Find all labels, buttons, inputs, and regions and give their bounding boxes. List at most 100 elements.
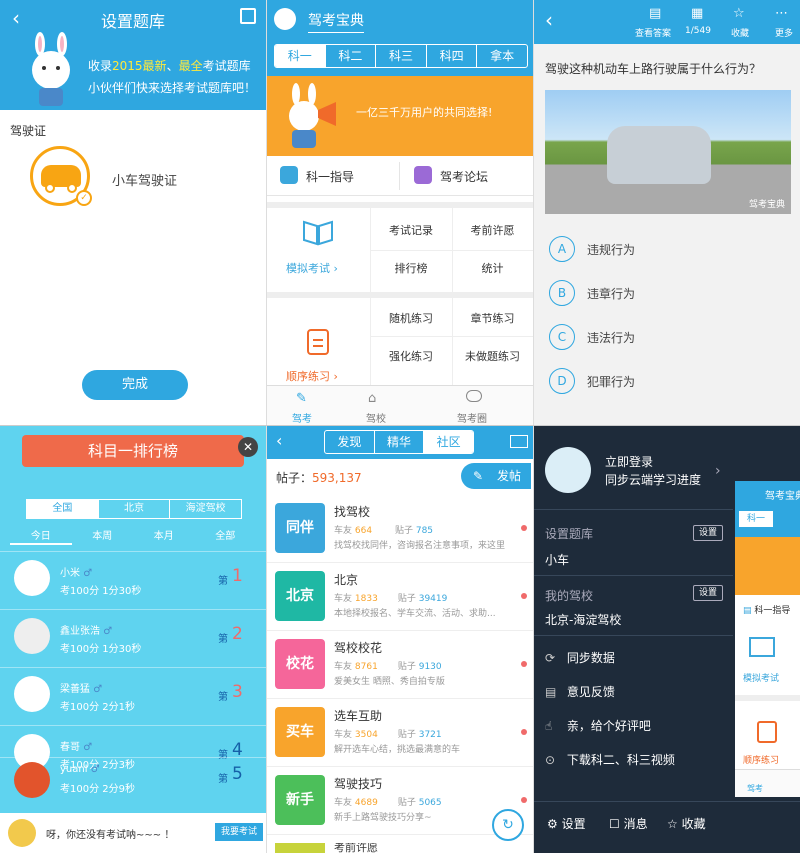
banner-slogan: 一亿三千万用户的共同选择!	[356, 106, 493, 119]
view-answer-button[interactable]: 查看答案	[635, 26, 671, 39]
star-icon[interactable]: ☆	[733, 6, 745, 21]
community-header: ‹ 发现 精华 社区	[266, 425, 533, 459]
refresh-icon[interactable]: ↻	[492, 809, 524, 841]
random-practice-link[interactable]: 随机练习	[370, 310, 452, 326]
tab-national[interactable]: 全国	[27, 500, 99, 518]
close-icon[interactable]: ✕	[238, 437, 258, 457]
tab-get-license[interactable]: 拿本	[477, 45, 527, 67]
feedback-item[interactable]: ▤ 意见反馈	[545, 683, 615, 700]
mini-banner	[735, 537, 800, 595]
settings-button[interactable]: ⚙ 设置	[547, 815, 586, 832]
tab-subject-1[interactable]: 科一	[275, 45, 326, 67]
period-tabs: 今日 本周 本月 全部	[10, 527, 256, 545]
mail-icon[interactable]	[510, 435, 528, 448]
question-text: 驾驶这种机动车上路行驶属于什么行为？	[545, 62, 762, 76]
grid-icon[interactable]: ▦	[691, 6, 703, 21]
home-preview[interactable]: 驾考宝典 科一 ▤ 科一指导 模拟考试 顺序练习 驾考	[735, 481, 800, 797]
leaderboard-row[interactable]: 梁善猛 ♂ 考100分 2分1秒 第 3	[0, 667, 266, 725]
forum-list-item[interactable]: 同伴 找驾校 车友 664 贴子 785 找驾校找同伴，咨询报名注意事项，来这里	[266, 495, 533, 563]
male-icon: ♂	[93, 684, 103, 695]
set-bank-button[interactable]: 设置	[693, 525, 723, 541]
tab-subject-4[interactable]: 科四	[427, 45, 478, 67]
mock-exam-link[interactable]: 模拟考试 ›	[286, 260, 338, 276]
tab-subject-3[interactable]: 科三	[376, 45, 427, 67]
back-icon[interactable]: ‹	[545, 8, 553, 32]
forum-list-item[interactable]: 北京 北京 车友 1833 贴子 39419 本地择校报名、学车交流、活动、求助…	[266, 563, 533, 631]
set-school-button[interactable]: 设置	[693, 585, 723, 601]
nav-driving-test[interactable]: 驾考	[292, 410, 312, 425]
new-post-button[interactable]: ✎ 发帖	[461, 463, 531, 489]
guide-icon	[280, 166, 298, 184]
chapter-practice-link[interactable]: 章节练习	[452, 310, 533, 326]
car-license-label[interactable]: 小车驾驶证	[112, 170, 177, 189]
page-title: 设置题库	[100, 12, 165, 31]
home-screen: 驾考宝典 科一 科二 科三 科四 拿本 一亿三千万用户的共同选择! 科一指导 驾…	[266, 0, 533, 425]
tab-community[interactable]: 社区	[424, 431, 473, 453]
screenshot-collage: ‹ 设置题库 收录2015最新、最全考试题库 小伙伴们快来选择考试题库吧！ 驾驶…	[0, 0, 800, 853]
avatar	[14, 676, 50, 712]
forum-link[interactable]: 驾考论坛	[440, 168, 488, 185]
intensive-practice-link[interactable]: 强化练习	[370, 348, 452, 364]
rate-app-item[interactable]: ☝ 亲，给个好评吧	[545, 717, 651, 734]
favorite-button[interactable]: 收藏	[731, 26, 749, 39]
banner-text-line2: 小伙伴们快来选择考试题库吧！	[88, 81, 257, 95]
tab-discover[interactable]: 发现	[325, 431, 375, 453]
forum-list-item[interactable]: 买车 选车互助 车友 3504 贴子 3721 解开选车心结，挑选最满意的车	[266, 699, 533, 767]
leaderboard-row[interactable]: yuanl ♂ 考100分 2分9秒 第 5	[0, 757, 266, 815]
sync-icon: ⟳	[545, 651, 556, 665]
nav-community[interactable]: 驾考圈	[457, 410, 487, 425]
bunny-mascot-icon	[32, 32, 70, 106]
tab-week[interactable]: 本周	[72, 527, 134, 545]
login-link[interactable]: 立即登录	[605, 453, 653, 470]
unread-dot	[521, 593, 527, 599]
subject1-guide-link[interactable]: 科一指导	[306, 168, 354, 185]
tab-all[interactable]: 全部	[195, 527, 257, 545]
rank-number: 1	[232, 566, 243, 586]
my-school-label: 我的驾校	[545, 589, 594, 603]
checkmark-icon: ✓	[76, 190, 92, 206]
question-image: 驾考宝典	[545, 90, 791, 214]
undone-practice-link[interactable]: 未做题练习	[452, 348, 533, 364]
unread-dot	[521, 525, 527, 531]
tab-month[interactable]: 本月	[133, 527, 195, 545]
tab-featured[interactable]: 精华	[375, 431, 425, 453]
section-label: 驾驶证	[10, 124, 47, 138]
pre-exam-wish-link[interactable]: 考前许愿	[452, 222, 533, 238]
app-header: 驾考宝典 科一 科二 科三 科四 拿本	[266, 0, 533, 76]
download-icon: ⊙	[545, 753, 556, 767]
sync-data-item[interactable]: ⟳ 同步数据	[545, 649, 615, 666]
more-icon[interactable]: ⋯	[775, 6, 788, 21]
nav-driving-school[interactable]: 驾校	[366, 410, 386, 425]
document-icon: ▤	[545, 685, 557, 699]
tab-today[interactable]: 今日	[10, 527, 72, 545]
tab-beijing[interactable]: 北京	[99, 500, 171, 518]
footer-bar: 呀，你还没有考试呐~~~ ！ 我要考试	[0, 813, 266, 853]
car-image	[607, 126, 711, 184]
more-button[interactable]: 更多	[775, 26, 793, 39]
question-screen: ‹ ▤ 查看答案 ▦ 1/549 ☆ 收藏 ⋯ 更多 驾驶这种机动车上路行驶属于…	[533, 0, 800, 425]
leaderboard-title: 科目一排行榜	[22, 435, 244, 467]
avatar	[14, 560, 50, 596]
messages-button[interactable]: ☐ 消息	[609, 815, 648, 832]
exam-records-link[interactable]: 考试记录	[370, 222, 452, 238]
take-exam-button[interactable]: 我要考试	[215, 823, 263, 841]
tab-haidian-school[interactable]: 海淀驾校	[170, 500, 241, 518]
favorites-button[interactable]: ☆ 收藏	[667, 815, 706, 832]
leaderboard-row[interactable]: 鑫业张浩 ♂ 考100分 1分30秒 第 2	[0, 609, 266, 667]
rank-number: 5	[232, 764, 243, 784]
partial-list-item: 考前许愿	[334, 843, 378, 853]
leaderboard-row[interactable]: 小米 ♂ 考100分 1分30秒 第 1	[0, 551, 266, 609]
download-video-item[interactable]: ⊙ 下载科二、科三视频	[545, 751, 675, 768]
chevron-right-icon[interactable]: ›	[715, 463, 721, 479]
done-button[interactable]: 完成	[82, 370, 188, 400]
leaderboard-link[interactable]: 排行榜	[370, 260, 452, 276]
share-icon[interactable]	[240, 8, 256, 24]
avatar	[14, 762, 50, 798]
sequential-practice-link[interactable]: 顺序练习 ›	[286, 368, 338, 384]
statistics-link[interactable]: 统计	[452, 260, 533, 276]
back-icon[interactable]: ‹	[276, 431, 282, 450]
answer-sheet-icon[interactable]: ▤	[649, 6, 661, 21]
forum-list-item[interactable]: 校花 驾校校花 车友 8761 贴子 9130 爱美女生 晒照、秀自拍专版	[266, 631, 533, 699]
tab-subject-2[interactable]: 科二	[326, 45, 377, 67]
avatar[interactable]	[545, 447, 591, 493]
